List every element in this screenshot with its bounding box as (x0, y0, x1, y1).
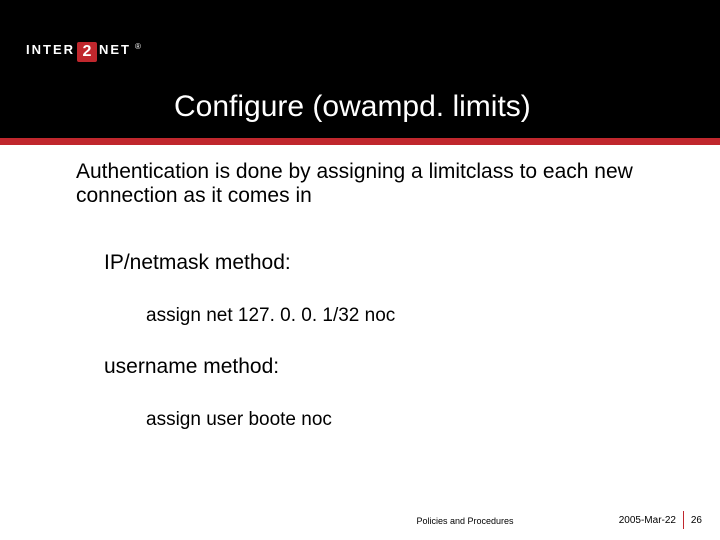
method-ipnetmask-label: IP/netmask method: (104, 251, 660, 275)
logo-text-right: NET (99, 42, 131, 57)
slide-title: Configure (owampd. limits) (174, 90, 531, 124)
slide-header: INTER 2 NET ® Configure (owampd. limits) (0, 0, 720, 142)
method-username-label: username method: (104, 355, 660, 379)
header-divider (0, 138, 720, 145)
intro-text: Authentication is done by assigning a li… (76, 160, 660, 207)
registered-icon: ® (135, 42, 141, 51)
footer-center-span: Policies and Procedures (206, 516, 513, 526)
slide-footer: Policies and Procedures 2005-Mar-22 26 (0, 506, 720, 526)
method-username-code: assign user boote noc (146, 409, 660, 431)
method-ipnetmask-code: assign net 127. 0. 0. 1/32 noc (146, 305, 660, 327)
logo-mark-icon: 2 (77, 42, 97, 62)
slide-body: Authentication is done by assigning a li… (76, 160, 660, 431)
footer-center-text: Policies and Procedures (0, 516, 720, 526)
footer-divider-icon (683, 511, 684, 529)
internet2-logo: INTER 2 NET ® (26, 42, 141, 62)
logo-text-left: INTER (26, 42, 75, 57)
slide: INTER 2 NET ® Configure (owampd. limits)… (0, 0, 720, 540)
footer-date: 2005-Mar-22 (619, 515, 676, 526)
footer-page-number: 26 (691, 515, 702, 526)
